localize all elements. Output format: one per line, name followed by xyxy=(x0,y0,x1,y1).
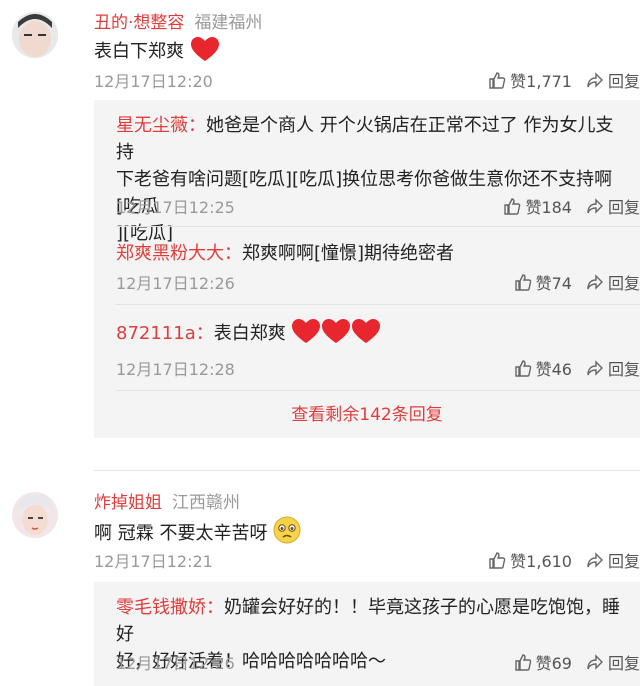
like-button[interactable]: 赞69 xyxy=(514,650,572,674)
thumbs-up-icon xyxy=(504,198,521,215)
like-button[interactable]: 赞46 xyxy=(514,356,572,380)
thumbs-up-icon xyxy=(489,552,506,569)
heart-icon xyxy=(352,319,381,343)
reply-username[interactable]: 872111a： xyxy=(116,323,214,344)
heart-icon xyxy=(322,319,351,343)
comment-text: 啊 冠霖 不要太辛苦呀 xyxy=(94,516,301,545)
comment-1: 丑的·想整容 福建福州 表白下郑爽 12月17日12:20 赞1,771 回复 星… xyxy=(0,0,640,460)
view-more-replies-link[interactable]: 查看剩余142条回复 xyxy=(94,400,640,425)
reply-thread: 零毛钱撒娇：奶罐会好好的！！毕竟这孩子的心愿是吃饱饱，睡好 好，好好活着！哈哈哈… xyxy=(94,582,640,686)
thumbs-up-icon xyxy=(514,654,531,671)
comment-2: 炸掉姐姐 江西赣州 啊 冠霖 不要太辛苦呀 12月17日12:21 赞1,610 … xyxy=(0,480,640,686)
reply-item: 郑爽黑粉大大：郑爽啊啊[憧憬]期待绝密者 12月17日12:26 赞74 回复 xyxy=(94,226,640,302)
divider xyxy=(116,390,640,391)
reply-actions: 赞184 回复 xyxy=(489,194,640,218)
comment-separator xyxy=(94,470,640,471)
share-arrow-icon xyxy=(587,72,603,88)
reply-thread: 星无尘薇：她爸是个商人 开个火锅店在正常不过了 作为女儿支持 下老爸有啥问题[吃… xyxy=(94,100,640,438)
reply-item: 872111a：表白郑爽 12月17日12:28 赞46 回复 xyxy=(94,304,640,390)
thumbs-up-icon xyxy=(489,72,506,89)
location: 江西赣州 xyxy=(172,493,240,513)
like-button[interactable]: 赞1,771 xyxy=(488,68,572,92)
comment-header: 炸掉姐姐 江西赣州 xyxy=(94,488,240,513)
reply-actions: 赞69 回复 xyxy=(500,650,640,674)
reply-button[interactable]: 回复 xyxy=(586,270,640,294)
share-arrow-icon xyxy=(587,360,603,376)
thumbs-up-icon xyxy=(514,360,531,377)
reply-time: 12月17日12:26 xyxy=(116,274,235,293)
share-arrow-icon xyxy=(587,552,603,568)
heart-icon xyxy=(190,37,219,61)
like-button[interactable]: 赞1,610 xyxy=(488,548,572,572)
like-button[interactable]: 赞184 xyxy=(503,194,572,218)
reply-text: 872111a：表白郑爽 xyxy=(116,318,630,347)
share-arrow-icon xyxy=(587,274,603,290)
comment-time: 12月17日12:21 xyxy=(94,552,213,571)
reply-username[interactable]: 星无尘薇： xyxy=(116,115,206,136)
comment-header: 丑的·想整容 福建福州 xyxy=(94,8,262,33)
avatar[interactable] xyxy=(12,12,58,58)
share-arrow-icon xyxy=(587,198,603,214)
username[interactable]: 丑的·想整容 xyxy=(94,13,184,33)
comment-actions: 赞1,610 回复 xyxy=(474,548,640,572)
teary-face-emoji-icon xyxy=(273,516,301,544)
reply-item: 零毛钱撒娇：奶罐会好好的！！毕竟这孩子的心愿是吃饱饱，睡好 好，好好活着！哈哈哈… xyxy=(94,582,640,686)
reply-username[interactable]: 零毛钱撒娇： xyxy=(116,597,224,618)
comment-actions: 赞1,771 回复 xyxy=(474,68,640,92)
thumbs-up-icon xyxy=(514,274,531,291)
heart-icon xyxy=(292,319,321,343)
reply-time: 12月17日12:28 xyxy=(116,360,235,379)
reply-button[interactable]: 回复 xyxy=(586,548,640,572)
share-arrow-icon xyxy=(587,654,603,670)
reply-button[interactable]: 回复 xyxy=(586,194,640,218)
reply-button[interactable]: 回复 xyxy=(586,356,640,380)
reply-button[interactable]: 回复 xyxy=(586,650,640,674)
reply-actions: 赞74 回复 xyxy=(500,270,640,294)
comment-time: 12月17日12:20 xyxy=(94,72,213,91)
location: 福建福州 xyxy=(194,13,263,33)
username[interactable]: 炸掉姐姐 xyxy=(94,493,162,513)
reply-time: 12月17日12:26 xyxy=(116,654,235,673)
like-button[interactable]: 赞74 xyxy=(514,270,572,294)
reply-username[interactable]: 郑爽黑粉大大： xyxy=(116,243,242,264)
reply-actions: 赞46 回复 xyxy=(500,356,640,380)
reply-button[interactable]: 回复 xyxy=(586,68,640,92)
reply-time: 12月17日12:25 xyxy=(116,198,235,217)
reply-text: 郑爽黑粉大大：郑爽啊啊[憧憬]期待绝密者 xyxy=(116,243,455,264)
avatar[interactable] xyxy=(12,492,58,538)
reply-item: 星无尘薇：她爸是个商人 开个火锅店在正常不过了 作为女儿支持 下老爸有啥问题[吃… xyxy=(94,100,640,244)
comment-text: 表白下郑爽 xyxy=(94,36,220,63)
